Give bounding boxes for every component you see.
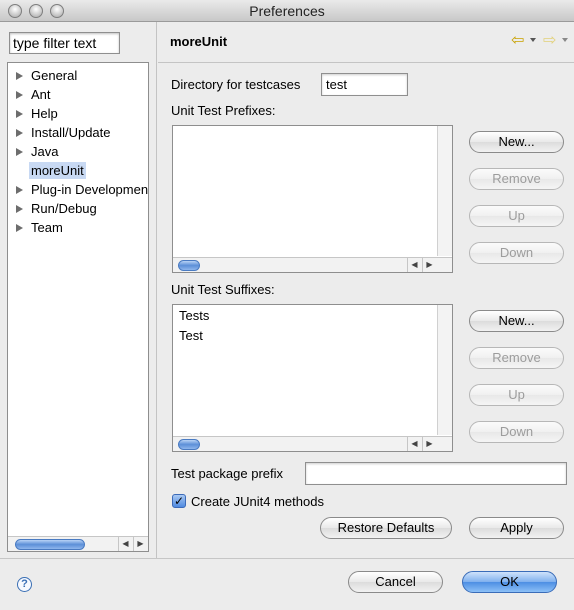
prefix-down-button[interactable]: Down [469,242,564,264]
tree-item-install-update[interactable]: Install/Update [8,123,148,142]
scroll-right-icon[interactable]: ▶ [133,537,147,551]
tree-item-run-debug[interactable]: Run/Debug [8,199,148,218]
prefix-remove-button[interactable]: Remove [469,168,564,190]
suffix-remove-button[interactable]: Remove [469,347,564,369]
suffixes-horizontal-scrollbar[interactable]: ◀ ▶ [173,436,452,451]
scrollbar-thumb[interactable] [15,539,85,550]
ok-button[interactable]: OK [462,571,557,593]
scrollbar-thumb[interactable] [178,439,200,450]
suffixes-list[interactable]: Tests Test ◀ ▶ [172,304,453,452]
preferences-tree[interactable]: General Ant Help Install/Update Java mor… [7,62,149,552]
prefixes-vertical-scrollbar[interactable] [437,126,452,256]
tree-item-java[interactable]: Java [8,142,148,161]
expand-arrow-icon[interactable] [16,148,23,156]
expand-arrow-icon[interactable] [16,91,23,99]
tree-horizontal-scrollbar[interactable]: ◀ ▶ [8,536,148,551]
prefix-new-button[interactable]: New... [469,131,564,153]
prefixes-list[interactable]: ◀ ▶ [172,125,453,273]
suffix-down-button[interactable]: Down [469,421,564,443]
tree-item-moreunit[interactable]: moreUnit [8,161,148,180]
expand-arrow-icon[interactable] [16,205,23,213]
directory-input[interactable]: test [321,73,408,96]
list-item[interactable]: Test [173,326,452,346]
forward-arrow-icon[interactable]: ⇨ [543,33,556,49]
tree-item-help[interactable]: Help [8,104,148,123]
junit4-label: Create JUnit4 methods [191,494,324,509]
scroll-left-icon[interactable]: ◀ [407,437,421,451]
tree-item-team[interactable]: Team [8,218,148,237]
window-title: Preferences [249,3,325,19]
page-title: moreUnit [170,34,228,49]
apply-button[interactable]: Apply [469,517,564,539]
suffix-new-button[interactable]: New... [469,310,564,332]
scroll-right-icon[interactable]: ▶ [422,258,436,272]
suffixes-label: Unit Test Suffixes: [171,282,275,297]
footer-separator [0,558,574,559]
expand-arrow-icon[interactable] [16,129,23,137]
filter-input[interactable]: type filter text [9,32,120,54]
expand-arrow-icon[interactable] [16,186,23,194]
prefixes-label: Unit Test Prefixes: [171,103,276,118]
junit4-checkbox[interactable]: ✓ [172,494,186,508]
page-header: moreUnit ⇦ ⇨ [158,22,574,63]
window-titlebar: Preferences [0,0,574,22]
scroll-right-icon[interactable]: ▶ [422,437,436,451]
tree-item-general[interactable]: General [8,66,148,85]
prefix-up-button[interactable]: Up [469,205,564,227]
expand-arrow-icon[interactable] [16,110,23,118]
cancel-button[interactable]: Cancel [348,571,443,593]
back-history-dropdown-icon[interactable] [530,38,536,42]
tree-item-ant[interactable]: Ant [8,85,148,104]
preferences-navigation-pane: type filter text General Ant Help Instal… [0,22,157,558]
package-prefix-input[interactable] [305,462,567,485]
scroll-left-icon[interactable]: ◀ [118,537,132,551]
expand-arrow-icon[interactable] [16,72,23,80]
list-item[interactable]: Tests [173,306,452,326]
suffixes-vertical-scrollbar[interactable] [437,305,452,435]
suffix-up-button[interactable]: Up [469,384,564,406]
help-icon[interactable]: ? [17,577,32,592]
expand-arrow-icon[interactable] [16,224,23,232]
package-prefix-label: Test package prefix [171,466,284,481]
tree-item-plugin-development[interactable]: Plug-in Development [8,180,148,199]
back-arrow-icon[interactable]: ⇦ [511,33,524,49]
restore-defaults-button[interactable]: Restore Defaults [320,517,452,539]
scroll-left-icon[interactable]: ◀ [407,258,421,272]
forward-history-dropdown-icon[interactable] [562,38,568,42]
directory-label: Directory for testcases [171,77,301,92]
prefixes-horizontal-scrollbar[interactable]: ◀ ▶ [173,257,452,272]
scrollbar-thumb[interactable] [178,260,200,271]
